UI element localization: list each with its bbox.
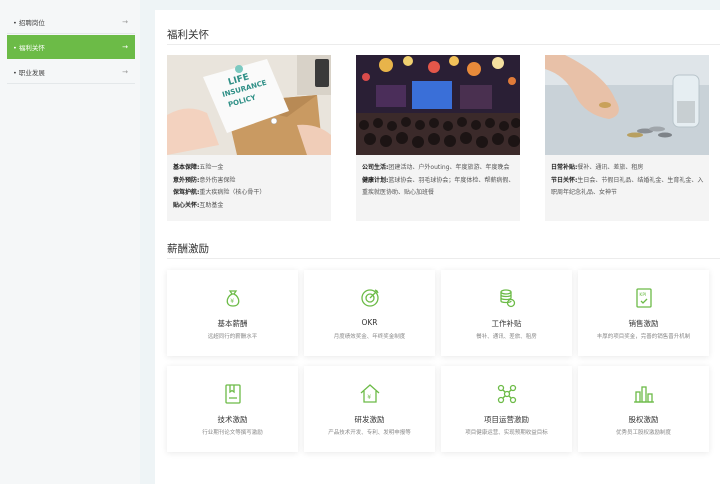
card-title: 销售激励 bbox=[628, 319, 659, 328]
sidebar-item-label: • 职业发展 bbox=[13, 68, 45, 77]
sidebar-item-label: • 招聘岗位 bbox=[13, 18, 45, 27]
card-desc: 餐补、通讯、差旅、租房 bbox=[476, 334, 537, 340]
main-panel: 福利关怀 LIFE INSURANCE POLICY 基本保障:五险一金 意外预… bbox=[155, 10, 720, 484]
divider bbox=[167, 258, 720, 259]
card-title: OKR bbox=[361, 318, 378, 327]
bar-chart-icon bbox=[634, 386, 654, 403]
incentive-card-allowance[interactable]: 工作补贴 餐补、通讯、差旅、租房 bbox=[441, 270, 572, 356]
target-icon bbox=[361, 289, 379, 307]
card-title: 股权激励 bbox=[628, 415, 659, 424]
coins-icon bbox=[500, 289, 516, 308]
sidebar-item-career[interactable]: • 职业发展 → bbox=[7, 60, 135, 84]
card-desc: 丰厚的项目奖金，完善的销售晋升机制 bbox=[596, 334, 691, 340]
book-icon bbox=[225, 384, 241, 404]
card-desc: 项目健康运营、实现预期收益目标 bbox=[465, 430, 548, 436]
card-desc: 产品技术开发、专利、发明申报等 bbox=[328, 430, 411, 436]
card-title: 项目运营激励 bbox=[484, 415, 529, 424]
incentive-card-tech[interactable]: 技术激励 行业期刊论文等撰写激励 bbox=[167, 366, 298, 452]
house-yen-icon: ¥ bbox=[360, 384, 380, 403]
arrow-right-icon: → bbox=[122, 43, 128, 51]
incentive-section-title: 薪酬激励 bbox=[167, 243, 209, 255]
svg-text:¥: ¥ bbox=[230, 298, 234, 305]
welfare-card-activities: 公司生活:团建活动、户外outing、年度旅游、年度晚会 健康计划:篮球协会、羽… bbox=[356, 55, 520, 221]
welfare-card-subsidy: 日常补贴:餐补、通讯、差旅、租房 节日关怀:生日会、节假日礼品、结婚礼金、生育礼… bbox=[545, 55, 709, 221]
sidebar-item-recruitment[interactable]: • 招聘岗位 → bbox=[7, 10, 135, 34]
card-title: 研发激励 bbox=[354, 415, 385, 424]
incentive-card-equity[interactable]: 股权激励 优秀员工股权激励制度 bbox=[578, 366, 709, 452]
insurance-photo: LIFE INSURANCE POLICY bbox=[167, 55, 331, 155]
card-desc: 远超同行的薪酬水平 bbox=[207, 334, 258, 340]
network-icon bbox=[497, 384, 517, 404]
arrow-right-icon: → bbox=[122, 17, 128, 26]
incentive-card-okr[interactable]: OKR 月度绩效奖金、年终奖金制度 bbox=[304, 270, 435, 356]
svg-text:¥: ¥ bbox=[367, 394, 371, 401]
money-bag-icon: ¥ bbox=[226, 290, 240, 307]
divider bbox=[167, 44, 720, 45]
card-title: 技术激励 bbox=[217, 415, 248, 424]
welfare-card-insurance: LIFE INSURANCE POLICY 基本保障:五险一金 意外预防:意外伤… bbox=[167, 55, 331, 221]
event-photo bbox=[356, 55, 520, 155]
welfare-card-text: 公司生活:团建活动、户外outing、年度旅游、年度晚会 健康计划:篮球协会、羽… bbox=[362, 164, 515, 196]
card-title: 基本薪酬 bbox=[217, 319, 248, 328]
incentive-card-base-salary[interactable]: ¥ 基本薪酬 远超同行的薪酬水平 bbox=[167, 270, 298, 356]
card-desc: 行业期刊论文等撰写激励 bbox=[202, 430, 263, 436]
welfare-section-title: 福利关怀 bbox=[167, 29, 209, 41]
welfare-card-text: 基本保障:五险一金 意外预防:意外伤害保险 保驾护航:重大疾病险（核心骨干） 贴… bbox=[173, 164, 266, 209]
incentive-card-rnd[interactable]: ¥ 研发激励 产品技术开发、专利、发明申报等 bbox=[304, 366, 435, 452]
svg-text:KPI: KPI bbox=[639, 292, 646, 298]
card-desc: 优秀员工股权激励制度 bbox=[615, 430, 671, 436]
coins-photo bbox=[545, 55, 709, 155]
sidebar-item-welfare[interactable]: • 福利关怀 → bbox=[7, 35, 135, 59]
sidebar-item-label: • 福利关怀 bbox=[13, 44, 45, 52]
incentive-card-sales[interactable]: KPI 销售激励 丰厚的项目奖金，完善的销售晋升机制 bbox=[578, 270, 709, 356]
arrow-right-icon: → bbox=[122, 67, 128, 76]
card-title: 工作补贴 bbox=[491, 319, 522, 328]
kpi-icon: KPI bbox=[636, 288, 652, 308]
incentive-card-project[interactable]: 项目运营激励 项目健康运营、实现预期收益目标 bbox=[441, 366, 572, 452]
welfare-card-text: 日常补贴:餐补、通讯、差旅、租房 节日关怀:生日会、节假日礼品、结婚礼金、生育礼… bbox=[551, 164, 704, 196]
card-desc: 月度绩效奖金、年终奖金制度 bbox=[333, 334, 406, 340]
sidebar: • 招聘岗位 → • 福利关怀 → • 职业发展 → bbox=[0, 0, 140, 484]
